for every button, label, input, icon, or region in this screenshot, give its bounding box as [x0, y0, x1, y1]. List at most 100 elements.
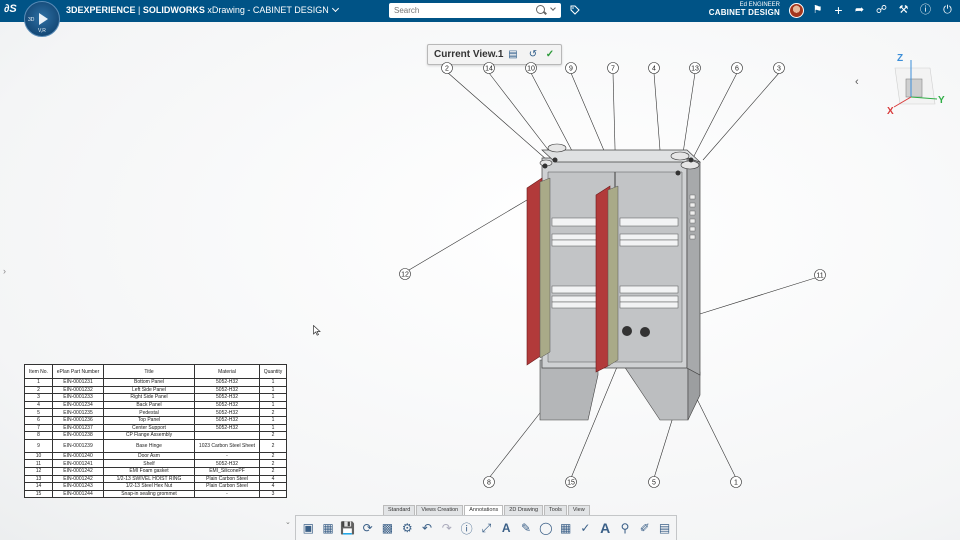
table-cell: EMI_SiliconePF [194, 466, 260, 476]
table-cell: EIN-0001243 [52, 482, 104, 491]
current-view-toolbar: Current View.1 ▤ ↺ ✓ [427, 44, 562, 65]
chevron-left-icon[interactable]: ‹ [855, 76, 859, 88]
tools-icon[interactable]: ⚒ [897, 4, 910, 17]
view-reset-icon[interactable]: ↺ [527, 49, 539, 61]
table-row[interactable]: 14 EIN-0001243 1/2-13 Steel Hex Nut Plain C… [24, 482, 287, 491]
table-row[interactable]: 8 EIN-0001238 CP Flange Assembly 2 [24, 431, 287, 440]
table-row[interactable]: 1 EIN-0001231 Bottom Panel 5052-H32 1 [24, 378, 287, 387]
table-row[interactable]: 12 EIN-0001242 EMI Foam gasket EMI_Silicone… [24, 466, 287, 476]
compass-label-3d: 3D [28, 17, 35, 23]
note-icon[interactable]: ✎ [518, 519, 535, 537]
table-row[interactable]: 15 EIN-0001244 Snap-in sealing grommet -3 [24, 489, 287, 499]
table-cell: 14 [24, 482, 53, 491]
left-panel-expand-icon[interactable]: › [3, 266, 6, 276]
undo-icon[interactable]: ↶ [419, 519, 436, 537]
share-arrow-icon[interactable]: ➦ [853, 4, 866, 17]
table-row[interactable]: 11 EIN-0001241 Shelf 5052-H32 2 [24, 459, 287, 468]
table-cell: 6 [24, 415, 53, 425]
table-cell: CP Flange Assembly [103, 431, 195, 440]
table-cell: 4 [259, 482, 287, 491]
table-cell: EIN-0001242 [52, 474, 104, 484]
table-cell: 2 [259, 408, 287, 417]
table-cell: Door Asm [103, 451, 195, 461]
table-cell: 1 [24, 378, 53, 387]
font-icon[interactable]: A [597, 519, 614, 537]
tab-views-creation[interactable]: Views Creation [416, 505, 464, 515]
help-icon[interactable]: ⓘ [458, 519, 475, 537]
table-cell: 1 [259, 385, 287, 395]
table-cell: Snap-in sealing grommet [103, 489, 195, 499]
view-3d-icon[interactable]: ▣ [300, 519, 317, 537]
table-row[interactable]: 6 EIN-0001236 Top Panel 5052-H32 1 [24, 415, 287, 425]
save-icon[interactable]: 💾 [340, 519, 357, 537]
power-icon[interactable]: ⏻ [941, 4, 954, 17]
table-cell: 1/2-13 Steel Hex Nut [103, 482, 195, 491]
table-cell: Base Hinge [103, 438, 195, 453]
help-icon[interactable]: ⓘ [919, 4, 932, 17]
bom-icon[interactable]: ▤ [656, 519, 673, 537]
table-cell: 8 [24, 431, 53, 440]
bom-header-title: Title [103, 364, 195, 379]
drawing-icon[interactable]: ▩ [379, 519, 396, 537]
avatar[interactable] [789, 3, 804, 18]
check-icon[interactable]: ✓ [544, 49, 556, 61]
table-row[interactable]: 5 EIN-0001235 Pedestal 5052-H32 2 [24, 408, 287, 417]
table-row[interactable]: 3 EIN-0001233 Right Side Panel 5052-H32 1 [24, 393, 287, 402]
table-row[interactable]: 10 EIN-0001240 Door Asm -2 [24, 451, 287, 461]
table-icon[interactable]: ▦ [557, 519, 574, 537]
network-icon[interactable]: ☍ [875, 4, 888, 17]
table-row[interactable]: 4 EIN-0001234 Back Panel 5052-H32 1 [24, 400, 287, 410]
table-row[interactable]: 9 EIN-0001239 Base Hinge 1023 Carbon Steel … [24, 438, 287, 453]
bom-table[interactable]: Item No. ePlan Part Number Title Materia… [24, 364, 287, 499]
add-icon[interactable]: + [832, 3, 845, 17]
table-cell: 1023 Carbon Steel Sheet [194, 438, 260, 453]
table-row[interactable]: 7 EIN-0001237 Center Support 5052-H32 1 [24, 423, 287, 433]
balloon-icon[interactable]: ◯ [538, 519, 555, 537]
table-row[interactable]: 13 EIN-0001242 1/2-13 SWIVEL HOIST RING Pla… [24, 474, 287, 484]
tab-tools[interactable]: Tools [544, 505, 567, 515]
tag-icon[interactable] [570, 5, 580, 15]
table-cell: 3 [259, 489, 287, 499]
table-cell: 1 [259, 393, 287, 402]
redo-icon[interactable]: ↷ [439, 519, 456, 537]
table-cell: 5052-H32 [194, 385, 260, 395]
view-settings-icon[interactable]: ▤ [507, 49, 519, 61]
bom-header-row: Item No. ePlan Part Number Title Materia… [24, 364, 287, 379]
search-icon[interactable] [536, 5, 545, 14]
table-cell: Bottom Panel [103, 378, 195, 387]
text-icon[interactable]: A [498, 519, 515, 537]
settings-icon[interactable]: ⚙ [399, 519, 416, 537]
chevron-down-icon[interactable]: ⌄ [285, 518, 291, 526]
table-row[interactable]: 2 EIN-0001232 Left Side Panel 5052-H32 1 [24, 385, 287, 395]
table-cell: Plain Carbon Steel [194, 474, 260, 484]
user-context: CABINET DESIGN [708, 8, 780, 17]
tab-standard[interactable]: Standard [383, 505, 416, 515]
table-cell: 10 [24, 451, 53, 461]
section-icon[interactable]: ▦ [320, 519, 337, 537]
table-cell: EIN-0001236 [52, 415, 104, 425]
action-bar-tabs: Standard Views Creation Annotations 2D D… [383, 505, 591, 515]
table-cell: 12 [24, 466, 53, 476]
user-info[interactable]: Ed ENGINEER CABINET DESIGN [709, 2, 780, 17]
tab-annotations[interactable]: Annotations [464, 505, 504, 515]
action-bar: ▣ ▦ 💾 ⟳ ▩ ⚙ ↶ ↷ ⓘ ⤢ A ✎ ◯ ▦ ✓ A ⚲ ✐ ▤ [295, 515, 677, 540]
compass-icon[interactable]: 3D V,R [24, 1, 60, 37]
update-icon[interactable]: ⟳ [359, 519, 376, 537]
table-cell: 3 [24, 393, 53, 402]
share-icon[interactable]: ⚑ [811, 4, 824, 17]
weld-icon[interactable]: ✐ [637, 519, 654, 537]
dimension-icon[interactable]: ⤢ [478, 519, 495, 537]
datum-icon[interactable]: ⚲ [617, 519, 634, 537]
tab-view[interactable]: View [567, 505, 590, 515]
table-cell: 2 [259, 459, 287, 468]
table-cell: 1 [259, 378, 287, 387]
ds-logo-icon[interactable]: ∂S [4, 3, 20, 19]
app-title[interactable]: 3DEXPERIENCE | SOLIDWORKS xDrawing - CAB… [66, 4, 339, 15]
tab-2d-drawing[interactable]: 2D Drawing [504, 505, 544, 515]
chevron-down-icon[interactable] [331, 4, 339, 13]
table-cell: Center Support [103, 423, 195, 433]
table-cell: EIN-0001231 [52, 378, 104, 387]
bom-body: 1 EIN-0001231 Bottom Panel 5052-H32 1 2 EIN-00… [24, 378, 287, 499]
brand-separator: | [135, 5, 143, 15]
check-icon[interactable]: ✓ [577, 519, 594, 537]
